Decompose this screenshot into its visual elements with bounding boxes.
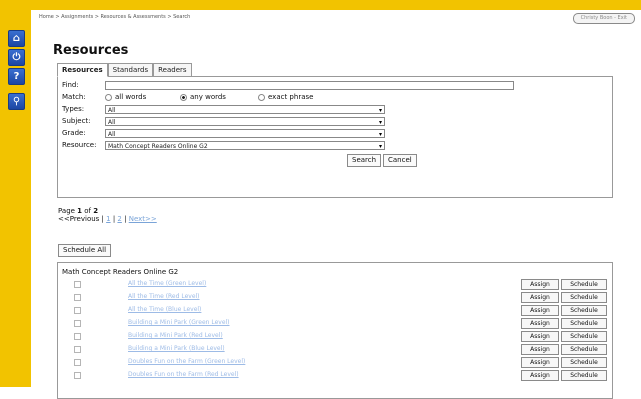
- schedule-button[interactable]: Schedule: [561, 318, 607, 329]
- pager-separator: |: [121, 215, 129, 223]
- resource-value: Math Concept Readers Online G2: [108, 143, 208, 150]
- resource-link[interactable]: All the Time (Red Level): [128, 293, 200, 300]
- assign-button[interactable]: Assign: [521, 305, 559, 316]
- resource-link[interactable]: Building a Mini Park (Green Level): [128, 319, 230, 326]
- resource-link[interactable]: Building a Mini Park (Red Level): [128, 332, 223, 339]
- types-label: Types:: [62, 105, 85, 113]
- list-item: Building a Mini Park (Red Level) Assign …: [58, 331, 612, 342]
- user-logout-button[interactable]: Christy Boon - Exit: [572, 13, 635, 24]
- chevron-down-icon: ▾: [378, 131, 382, 138]
- grade-label: Grade:: [62, 129, 86, 137]
- search-form: Find: Match: all words any words exact p…: [57, 76, 613, 198]
- match-any-words-radio[interactable]: any words: [180, 93, 226, 101]
- schedule-all-button[interactable]: Schedule All: [58, 244, 112, 257]
- tab-readers[interactable]: Readers: [153, 63, 192, 76]
- row-checkbox[interactable]: [74, 281, 81, 288]
- schedule-button[interactable]: Schedule: [561, 292, 607, 303]
- pagination-nav: <<Previous | 1 | 2 | Next>>: [58, 215, 157, 223]
- assign-button[interactable]: Assign: [521, 370, 559, 381]
- page-title: Resources: [53, 43, 129, 58]
- list-item: Building a Mini Park (Green Level) Assig…: [58, 318, 612, 329]
- match-exact-phrase-label: exact phrase: [268, 93, 314, 101]
- subject-select[interactable]: All ▾: [105, 117, 385, 126]
- grade-select[interactable]: All ▾: [105, 129, 385, 138]
- cancel-button[interactable]: Cancel: [383, 154, 417, 167]
- match-all-words-label: all words: [115, 93, 147, 101]
- top-frame-bar: [0, 0, 641, 10]
- results-heading: Math Concept Readers Online G2: [62, 268, 179, 276]
- resource-label: Resource:: [62, 141, 97, 149]
- page-total: 2: [93, 207, 99, 215]
- schedule-button[interactable]: Schedule: [561, 279, 607, 290]
- schedule-button[interactable]: Schedule: [561, 305, 607, 316]
- assign-button[interactable]: Assign: [521, 357, 559, 368]
- assign-button[interactable]: Assign: [521, 344, 559, 355]
- subject-value: All: [108, 119, 116, 126]
- row-checkbox[interactable]: [74, 346, 81, 353]
- resource-link[interactable]: All the Time (Green Level): [128, 280, 206, 287]
- chevron-down-icon: ▾: [378, 143, 382, 150]
- tab-bar: Resources Standards Readers: [57, 63, 192, 77]
- main-panel: Home > Assignments > Resources & Assessm…: [31, 10, 641, 399]
- list-item: Doubles Fun on the Farm (Green Level) As…: [58, 357, 612, 368]
- power-icon[interactable]: ⏻: [8, 49, 25, 66]
- list-item: All the Time (Blue Level) Assign Schedul…: [58, 305, 612, 316]
- match-any-words-label: any words: [190, 93, 226, 101]
- list-item: Doubles Fun on the Farm (Red Level) Assi…: [58, 370, 612, 381]
- next-link[interactable]: Next>>: [129, 215, 157, 223]
- chevron-down-icon: ▾: [378, 119, 382, 126]
- list-item: Building a Mini Park (Blue Level) Assign…: [58, 344, 612, 355]
- breadcrumb[interactable]: Home > Assignments > Resources & Assessm…: [39, 14, 190, 20]
- radio-circle: [105, 93, 112, 101]
- resource-link[interactable]: Doubles Fun on the Farm (Red Level): [128, 371, 239, 378]
- list-item: All the Time (Red Level) Assign Schedule: [58, 292, 612, 303]
- resource-link[interactable]: Building a Mini Park (Blue Level): [128, 345, 225, 352]
- radio-circle: [258, 93, 265, 101]
- assign-button[interactable]: Assign: [521, 331, 559, 342]
- types-value: All: [108, 107, 116, 114]
- sidebar: ⌂ ⏻ ? ⚲: [0, 10, 31, 387]
- radio-circle-selected: [180, 93, 187, 101]
- resource-link[interactable]: Doubles Fun on the Farm (Green Level): [128, 358, 245, 365]
- page-sep: of: [82, 207, 94, 215]
- schedule-button[interactable]: Schedule: [561, 357, 607, 368]
- chevron-down-icon: ▾: [378, 107, 382, 114]
- previous-link[interactable]: <<Previous: [58, 215, 99, 223]
- home-icon[interactable]: ⌂: [8, 30, 25, 47]
- search-icon[interactable]: ⚲: [8, 93, 25, 110]
- grade-value: All: [108, 131, 116, 138]
- resource-select[interactable]: Math Concept Readers Online G2 ▾: [105, 141, 385, 150]
- match-all-words-radio[interactable]: all words: [105, 93, 146, 101]
- row-checkbox[interactable]: [74, 320, 81, 327]
- subject-label: Subject:: [62, 117, 91, 125]
- resource-link[interactable]: All the Time (Blue Level): [128, 306, 201, 313]
- tab-standards[interactable]: Standards: [107, 63, 154, 76]
- row-checkbox[interactable]: [74, 372, 81, 379]
- row-checkbox[interactable]: [74, 294, 81, 301]
- page-indicator: Page 1 of 2: [58, 207, 98, 215]
- row-checkbox[interactable]: [74, 333, 81, 340]
- search-button[interactable]: Search: [347, 154, 382, 167]
- schedule-button[interactable]: Schedule: [561, 331, 607, 342]
- tab-resources[interactable]: Resources: [57, 63, 108, 77]
- match-exact-phrase-radio[interactable]: exact phrase: [258, 93, 313, 101]
- list-item: All the Time (Green Level) Assign Schedu…: [58, 279, 612, 290]
- help-icon[interactable]: ?: [8, 68, 25, 85]
- assign-button[interactable]: Assign: [521, 292, 559, 303]
- assign-button[interactable]: Assign: [521, 279, 559, 290]
- row-checkbox[interactable]: [74, 307, 81, 314]
- find-label: Find:: [62, 81, 79, 89]
- assign-button[interactable]: Assign: [521, 318, 559, 329]
- page-prefix: Page: [58, 207, 78, 215]
- results-panel: Math Concept Readers Online G2 All the T…: [57, 262, 613, 399]
- row-checkbox[interactable]: [74, 359, 81, 366]
- find-input[interactable]: [105, 81, 514, 90]
- match-radio-group: all words any words exact phrase: [58, 93, 612, 103]
- schedule-button[interactable]: Schedule: [561, 370, 607, 381]
- schedule-button[interactable]: Schedule: [561, 344, 607, 355]
- types-select[interactable]: All ▾: [105, 105, 385, 114]
